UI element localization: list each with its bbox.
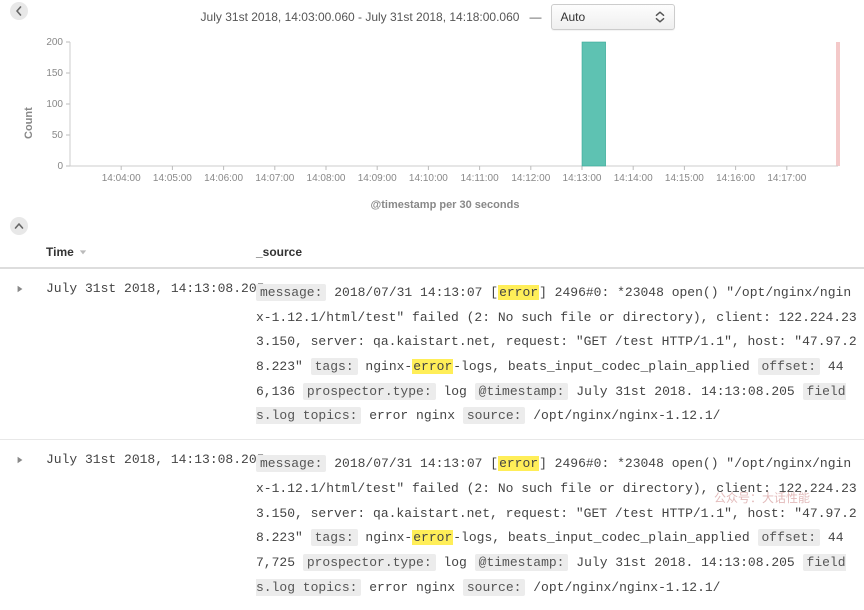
svg-text:14:17:00: 14:17:00 [767, 173, 806, 184]
svg-text:50: 50 [52, 130, 64, 141]
chevron-left-icon [14, 6, 24, 16]
collapse-chart-button[interactable] [10, 217, 28, 235]
sort-desc-icon [79, 245, 87, 259]
results-table: Time _source July 31st 2018, 14:13:08.20… [0, 237, 864, 610]
svg-text:200: 200 [46, 37, 63, 48]
table-row: July 31st 2018, 14:13:08.205message: 201… [0, 440, 864, 610]
table-header-toggle [0, 237, 40, 268]
expand-row-toggle[interactable] [0, 440, 40, 610]
row-source: message: 2018/07/31 14:13:07 [error] 249… [250, 440, 864, 610]
time-range-label: July 31st 2018, 14:03:00.060 - July 31st… [201, 10, 520, 24]
svg-text:0: 0 [57, 161, 63, 172]
row-time: July 31st 2018, 14:13:08.205 [40, 268, 250, 440]
interval-dropdown-label: Auto [560, 10, 585, 24]
svg-text:14:08:00: 14:08:00 [307, 173, 346, 184]
svg-text:14:14:00: 14:14:00 [614, 173, 653, 184]
svg-text:14:12:00: 14:12:00 [511, 173, 550, 184]
chevron-updown-icon [654, 11, 666, 23]
table-header-source[interactable]: _source [250, 237, 864, 268]
svg-text:150: 150 [46, 68, 63, 79]
svg-text:14:15:00: 14:15:00 [665, 173, 704, 184]
row-time: July 31st 2018, 14:13:08.205 [40, 440, 250, 610]
y-axis-label: Count [22, 36, 36, 211]
row-source: message: 2018/07/31 14:13:07 [error] 249… [250, 268, 864, 440]
interval-dropdown[interactable]: Auto [551, 4, 675, 30]
time-range-separator: — [529, 10, 541, 24]
chevron-up-icon [14, 221, 24, 231]
svg-text:14:16:00: 14:16:00 [716, 173, 755, 184]
svg-text:14:10:00: 14:10:00 [409, 173, 448, 184]
x-axis-label: @timestamp per 30 seconds [36, 199, 854, 211]
back-button[interactable] [10, 2, 28, 20]
svg-text:14:09:00: 14:09:00 [358, 173, 397, 184]
histogram-chart[interactable]: 0 50 100 150 200 14:04:00 14:05:00 14:06:00 14:0… [36, 36, 844, 194]
svg-text:14:11:00: 14:11:00 [461, 173, 500, 184]
svg-text:14:05:00: 14:05:00 [153, 173, 192, 184]
svg-text:14:13:00: 14:13:00 [563, 173, 602, 184]
table-row: July 31st 2018, 14:13:08.205message: 201… [0, 268, 864, 440]
svg-text:14:04:00: 14:04:00 [102, 173, 141, 184]
svg-text:100: 100 [46, 99, 63, 110]
expand-row-toggle[interactable] [0, 268, 40, 440]
table-header-time[interactable]: Time [40, 237, 250, 268]
svg-text:14:07:00: 14:07:00 [255, 173, 294, 184]
svg-text:14:06:00: 14:06:00 [204, 173, 243, 184]
